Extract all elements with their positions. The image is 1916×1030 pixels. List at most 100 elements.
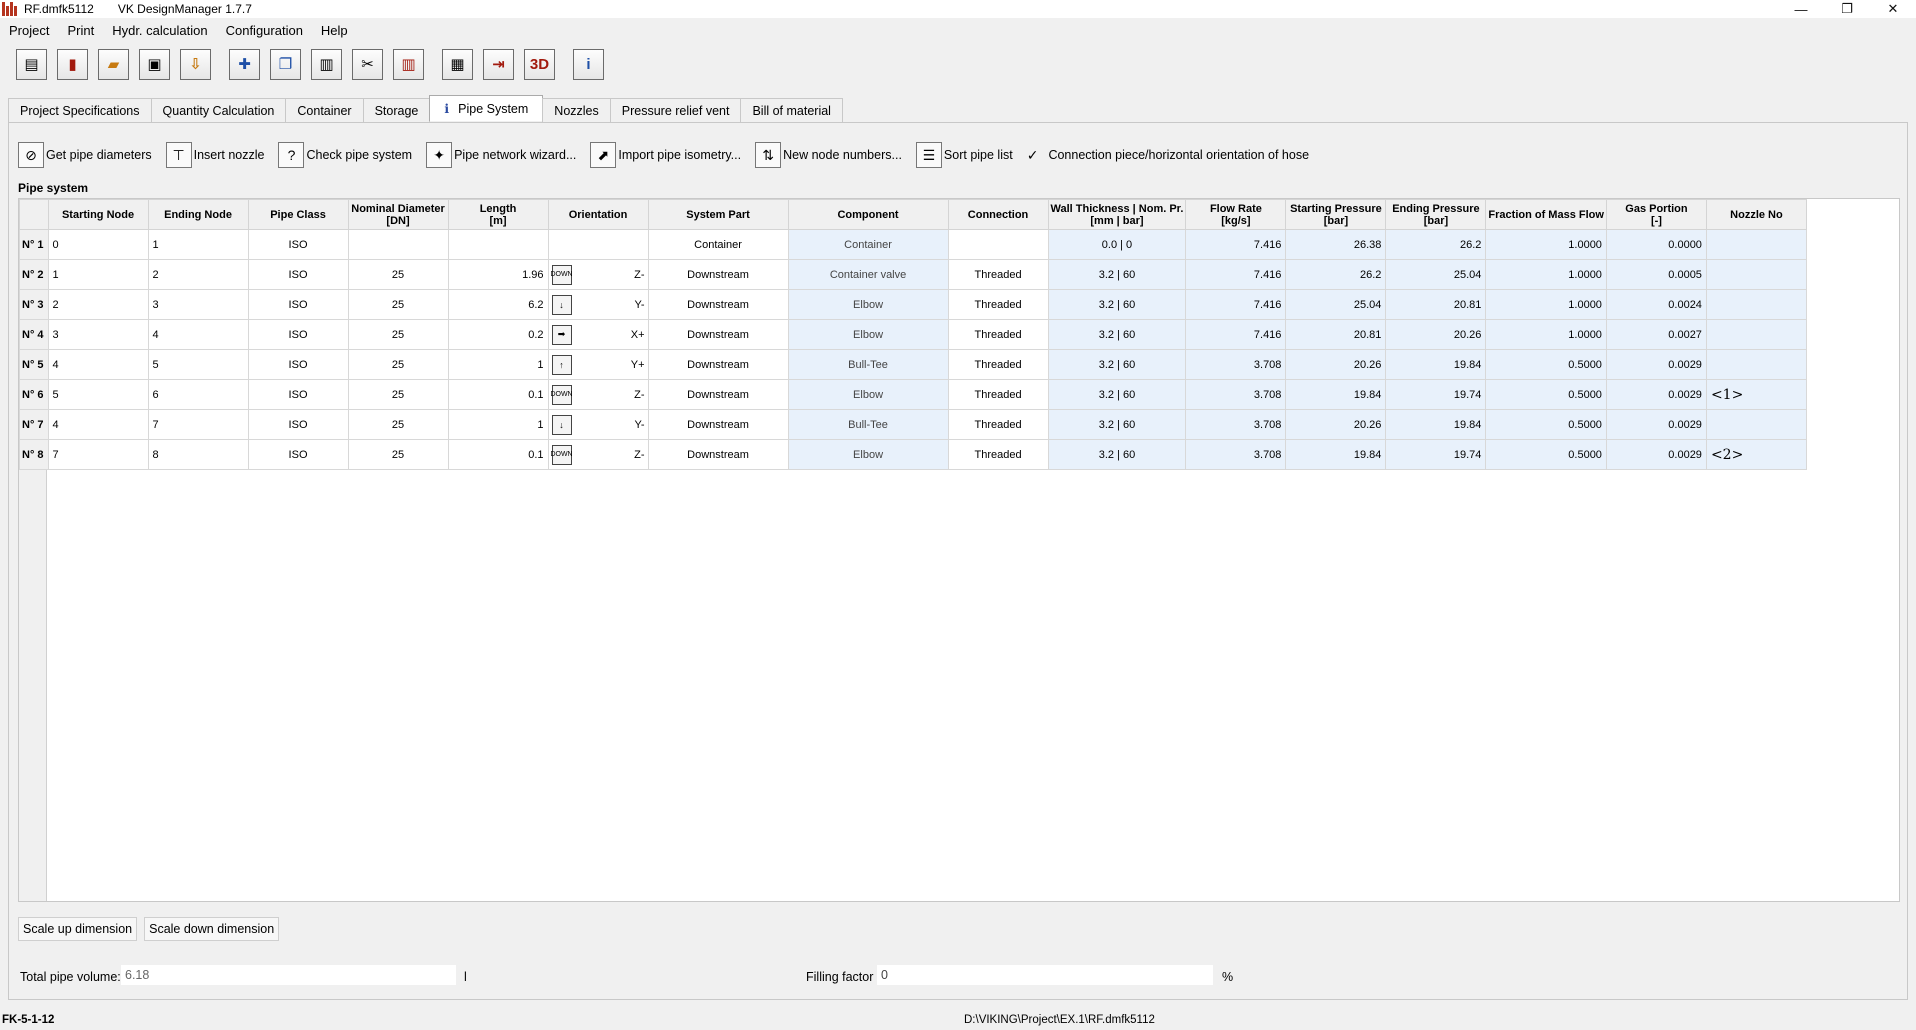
table-cell[interactable]: 1 xyxy=(47,259,149,290)
table-cell[interactable] xyxy=(1705,289,1807,320)
menu-hydr-calculation[interactable]: Hydr. calculation xyxy=(103,23,216,38)
tab-bill-of-material[interactable]: Bill of material xyxy=(740,98,843,122)
table-cell[interactable]: Bull-Tee xyxy=(787,409,949,440)
table-cell[interactable] xyxy=(1705,259,1807,290)
table-cell[interactable]: 26.2 xyxy=(1385,229,1487,260)
table-cell[interactable]: 3.708 xyxy=(1185,439,1287,470)
insert-nozzle-button[interactable]: ⊤ Insert nozzle xyxy=(165,142,264,168)
tab-pipe-system[interactable]: i Pipe System xyxy=(429,95,544,121)
table-cell[interactable]: 3 xyxy=(47,319,149,350)
check-pipe-system-button[interactable]: ? Check pipe system xyxy=(278,142,412,168)
menu-project[interactable]: Project xyxy=(0,23,58,38)
table-cell[interactable]: 0.0 | 0 xyxy=(1047,229,1187,260)
table-cell[interactable]: ISO xyxy=(247,409,349,440)
table-cell[interactable]: 25 xyxy=(347,409,449,440)
table-cell[interactable]: 5 xyxy=(47,379,149,410)
table-cell[interactable]: Threaded xyxy=(947,259,1049,290)
table-cell[interactable]: 0.0000 xyxy=(1605,229,1707,260)
menu-help[interactable]: Help xyxy=(312,23,357,38)
orientation-cell[interactable] xyxy=(547,229,649,260)
table-cell[interactable]: 4 xyxy=(147,319,249,350)
pipe-network-wizard-button[interactable]: ✦ Pipe network wizard... xyxy=(426,142,576,168)
table-cell[interactable]: ISO xyxy=(247,259,349,290)
table-cell[interactable]: 19.84 xyxy=(1285,439,1387,470)
table-cell[interactable]: 2 xyxy=(147,259,249,290)
table-cell[interactable]: Elbow xyxy=(787,379,949,410)
table-cell[interactable]: 3.2 | 60 xyxy=(1047,319,1187,350)
get-pipe-diameters-button[interactable]: ⊘ Get pipe diameters xyxy=(18,142,152,168)
table-cell[interactable]: 25.04 xyxy=(1385,259,1487,290)
table-cell[interactable]: 7.416 xyxy=(1185,289,1287,320)
table-cell[interactable]: 1 xyxy=(447,349,549,380)
table-cell[interactable]: 3.708 xyxy=(1185,379,1287,410)
table-cell[interactable]: Downstream xyxy=(647,259,789,290)
table-cell[interactable]: <1> xyxy=(1705,379,1807,410)
add-icon[interactable]: ✚ xyxy=(229,48,260,80)
table-row[interactable]: N° 4 3 4 ISO 25 0.2 ➡ X+ Downstream Elbow Threaded… xyxy=(19,319,1807,350)
table-cell[interactable]: 6 xyxy=(147,379,249,410)
orientation-cell[interactable]: ➡ X+ xyxy=(547,319,649,350)
new-node-numbers-button[interactable]: ⇅ New node numbers... xyxy=(755,142,902,168)
column-header[interactable]: Pipe Class xyxy=(247,199,349,230)
table-row[interactable]: N° 7 4 7 ISO 25 1 ↓ Y- Downstream Bull-Tee Threade… xyxy=(19,409,1807,440)
tab-nozzles[interactable]: Nozzles xyxy=(542,98,611,122)
total-pipe-volume-field[interactable]: 6.18 xyxy=(120,964,457,986)
table-cell[interactable]: Elbow xyxy=(787,319,949,350)
table-cell[interactable]: 7.416 xyxy=(1185,259,1287,290)
3d-view-icon[interactable]: 3D xyxy=(524,48,555,80)
column-header[interactable]: Nozzle No xyxy=(1705,199,1807,230)
table-cell[interactable]: 19.74 xyxy=(1385,439,1487,470)
table-cell[interactable]: Downstream xyxy=(647,319,789,350)
table-cell[interactable]: 0.5000 xyxy=(1485,349,1607,380)
table-cell[interactable]: Threaded xyxy=(947,319,1049,350)
table-cell[interactable]: 25 xyxy=(347,289,449,320)
table-cell[interactable]: 3.2 | 60 xyxy=(1047,349,1187,380)
table-cell[interactable]: 26.38 xyxy=(1285,229,1387,260)
table-cell[interactable]: 0.0024 xyxy=(1605,289,1707,320)
table-cell[interactable]: Container valve xyxy=(787,259,949,290)
column-header[interactable]: Ending Node xyxy=(147,199,249,230)
table-cell[interactable]: Container xyxy=(787,229,949,260)
table-cell[interactable]: 7 xyxy=(147,409,249,440)
table-row[interactable]: N° 2 1 2 ISO 25 1.96 DOWN Z- Downstream Container… xyxy=(19,259,1807,290)
table-cell[interactable]: 1 xyxy=(447,409,549,440)
table-cell[interactable]: 1.0000 xyxy=(1485,229,1607,260)
import-icon[interactable]: ⇩ xyxy=(180,48,211,80)
table-cell[interactable]: 8 xyxy=(147,439,249,470)
close-button[interactable]: ✕ xyxy=(1870,0,1916,18)
save-icon[interactable]: ▣ xyxy=(139,48,170,80)
delete-icon[interactable]: ▥ xyxy=(393,48,424,80)
table-cell[interactable]: 0.1 xyxy=(447,439,549,470)
column-header[interactable]: Component xyxy=(787,199,949,230)
table-cell[interactable]: Downstream xyxy=(647,349,789,380)
table-row[interactable]: N° 8 7 8 ISO 25 0.1 DOWN Z- Downstream Elbow Threa… xyxy=(19,439,1807,470)
column-header[interactable]: Flow Rate [kg/s] xyxy=(1185,199,1287,230)
info-icon[interactable]: i xyxy=(573,48,604,80)
table-cell[interactable]: 25 xyxy=(347,439,449,470)
table-cell[interactable]: 19.84 xyxy=(1385,409,1487,440)
table-cell[interactable]: 5 xyxy=(147,349,249,380)
column-header[interactable]: System Part xyxy=(647,199,789,230)
open-file-icon[interactable]: ▮ xyxy=(57,48,88,80)
orientation-cell[interactable]: ↓ Y- xyxy=(547,409,649,440)
table-row[interactable]: N° 3 2 3 ISO 25 6.2 ↓ Y- Downstream Elbow Threaded… xyxy=(19,289,1807,320)
table-cell[interactable]: 3.2 | 60 xyxy=(1047,409,1187,440)
column-header[interactable]: Fraction of Mass Flow xyxy=(1485,199,1607,230)
table-cell[interactable]: <2> xyxy=(1705,439,1807,470)
table-cell[interactable]: 3.2 | 60 xyxy=(1047,259,1187,290)
table-cell[interactable]: Downstream xyxy=(647,439,789,470)
table-cell[interactable]: 0.0029 xyxy=(1605,379,1707,410)
table-cell[interactable]: 3.708 xyxy=(1185,409,1287,440)
table-cell[interactable]: 25 xyxy=(347,259,449,290)
table-cell[interactable]: Bull-Tee xyxy=(787,349,949,380)
column-header[interactable] xyxy=(19,199,49,230)
table-cell[interactable]: 25 xyxy=(347,379,449,410)
table-cell[interactable]: Elbow xyxy=(787,439,949,470)
table-cell[interactable]: 3 xyxy=(147,289,249,320)
table-cell[interactable]: 0.0029 xyxy=(1605,349,1707,380)
scale-down-button[interactable]: Scale down dimension xyxy=(144,917,280,941)
table-cell[interactable]: ISO xyxy=(247,289,349,320)
table-cell[interactable]: 19.84 xyxy=(1285,379,1387,410)
table-cell[interactable]: Threaded xyxy=(947,379,1049,410)
table-cell[interactable]: ISO xyxy=(247,379,349,410)
